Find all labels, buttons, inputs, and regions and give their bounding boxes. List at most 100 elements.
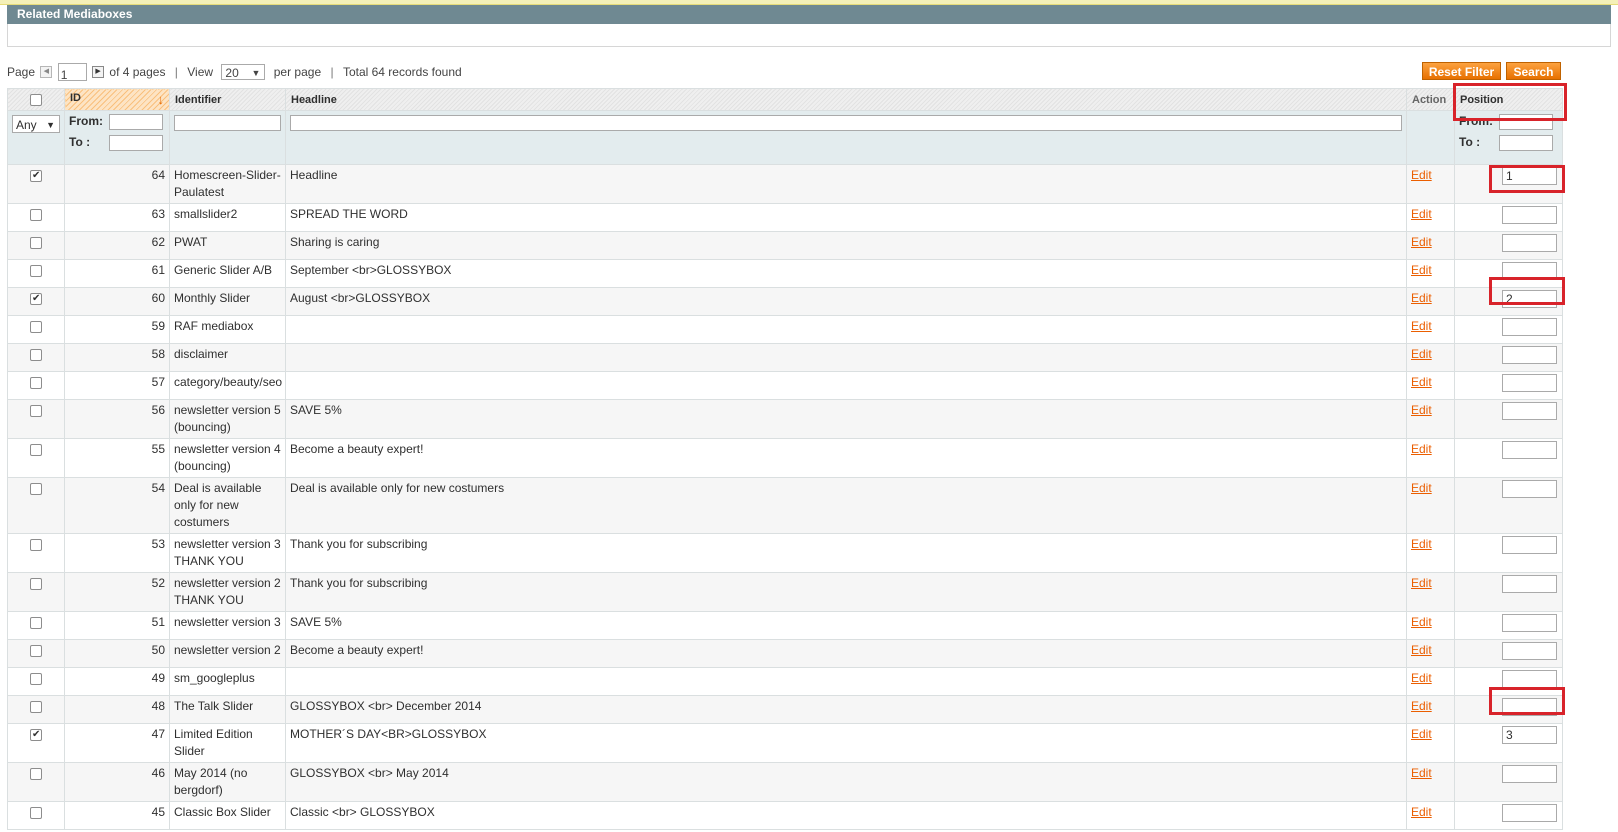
row-checkbox[interactable] [30, 290, 42, 307]
id-from-input[interactable] [109, 114, 163, 130]
position-input[interactable] [1502, 234, 1557, 252]
row-checkbox[interactable] [30, 167, 42, 184]
edit-link[interactable]: Edit [1411, 235, 1432, 249]
edit-link[interactable]: Edit [1411, 442, 1432, 456]
position-input[interactable] [1502, 480, 1557, 498]
reset-filter-button[interactable]: Reset Filter [1422, 62, 1501, 80]
row-checkbox[interactable] [30, 726, 42, 743]
select-all-checkbox[interactable] [30, 93, 42, 106]
edit-link[interactable]: Edit [1411, 805, 1432, 819]
table-row[interactable]: 60Monthly SliderAugust <br>GLOSSYBOX Edit… [7, 287, 1563, 316]
position-input[interactable] [1502, 536, 1557, 554]
row-checkbox[interactable] [30, 645, 42, 657]
table-row[interactable]: 54 Deal is available only for new costume… [7, 477, 1563, 534]
position-input[interactable] [1502, 206, 1557, 224]
edit-link[interactable]: Edit [1411, 699, 1432, 713]
table-row[interactable]: 49 sm_googleplus Edit [7, 667, 1563, 696]
position-input[interactable] [1502, 374, 1557, 392]
position-input[interactable] [1502, 575, 1557, 593]
position-input[interactable] [1502, 402, 1557, 420]
table-row[interactable]: 64Homescreen-Slider-PaulatestHeadline Edi… [7, 164, 1563, 204]
position-input[interactable] [1502, 318, 1557, 336]
row-select-cell [7, 259, 65, 288]
row-checkbox[interactable] [30, 539, 42, 551]
any-select[interactable]: Any ▼ [12, 115, 60, 133]
row-checkbox[interactable] [30, 377, 42, 389]
table-row[interactable]: 57 category/beauty/seo Edit [7, 371, 1563, 400]
row-checkbox[interactable] [30, 209, 42, 221]
next-page-icon[interactable]: ▶ [92, 65, 105, 78]
row-checkbox[interactable] [30, 483, 42, 495]
row-checkbox[interactable] [30, 349, 42, 361]
position-input[interactable] [1502, 670, 1557, 688]
edit-link[interactable]: Edit [1411, 576, 1432, 590]
edit-link[interactable]: Edit [1411, 347, 1432, 361]
table-row[interactable]: 63 smallslider2 SPREAD THE WORD Edit [7, 203, 1563, 232]
per-page-select[interactable]: 20 ▼ [221, 63, 266, 80]
position-to-input[interactable] [1499, 135, 1553, 151]
table-row[interactable]: 62 PWAT Sharing is caring Edit [7, 231, 1563, 260]
row-position-cell [1454, 315, 1563, 344]
edit-link[interactable]: Edit [1411, 643, 1432, 657]
row-id: 59 [64, 315, 170, 344]
edit-link[interactable]: Edit [1411, 168, 1432, 182]
select-all-header [7, 88, 65, 111]
row-headline: Headline [285, 164, 1407, 204]
row-checkbox[interactable] [30, 578, 42, 590]
edit-link[interactable]: Edit [1411, 207, 1432, 221]
table-row[interactable]: 59 RAF mediabox Edit [7, 315, 1563, 344]
edit-link[interactable]: Edit [1411, 727, 1432, 741]
edit-link[interactable]: Edit [1411, 537, 1432, 551]
position-input[interactable] [1502, 614, 1557, 632]
row-checkbox[interactable] [30, 405, 42, 417]
table-row[interactable]: 47Limited Edition SliderMOTHER´S DAY<BR>… [7, 723, 1563, 763]
prev-page-icon[interactable]: ◀ [40, 65, 53, 78]
edit-link[interactable]: Edit [1411, 375, 1432, 389]
position-input[interactable] [1502, 642, 1557, 660]
row-checkbox[interactable] [30, 768, 42, 780]
table-row[interactable]: 52 newsletter version 2 THANK YOU Thank yo… [7, 572, 1563, 612]
row-id: 48 [64, 695, 170, 724]
edit-link[interactable]: Edit [1411, 403, 1432, 417]
headline-filter-input[interactable] [290, 115, 1402, 131]
search-button[interactable]: Search [1506, 62, 1561, 80]
edit-link[interactable]: Edit [1411, 263, 1432, 277]
row-checkbox[interactable] [30, 321, 42, 333]
table-row[interactable]: 48 The Talk Slider GLOSSYBOX <br> December… [7, 695, 1563, 724]
row-checkbox[interactable] [30, 701, 42, 713]
row-id: 54 [64, 477, 170, 534]
edit-link[interactable]: Edit [1411, 766, 1432, 780]
position-input[interactable] [1502, 804, 1557, 822]
edit-link[interactable]: Edit [1411, 615, 1432, 629]
column-header-id[interactable]: ID ↓ [64, 88, 170, 111]
row-checkbox[interactable] [30, 265, 42, 277]
table-row[interactable]: 51 newsletter version 3 SAVE 5% Edit [7, 611, 1563, 640]
table-row[interactable]: 58 disclaimer Edit [7, 343, 1563, 372]
table-row[interactable]: 61 Generic Slider A/B September <br>GLOSSY… [7, 259, 1563, 288]
row-checkbox[interactable] [30, 237, 42, 249]
edit-link[interactable]: Edit [1411, 671, 1432, 685]
page-number-input[interactable]: 1 [57, 62, 87, 82]
row-checkbox[interactable] [30, 673, 42, 685]
row-action-cell: Edit [1406, 399, 1455, 439]
column-header-identifier[interactable]: Identifier [169, 88, 286, 111]
table-row[interactable]: 53 newsletter version 3 THANK YOU Thank yo… [7, 533, 1563, 573]
position-input[interactable] [1502, 441, 1557, 459]
position-input[interactable] [1502, 346, 1557, 364]
position-input[interactable] [1502, 765, 1557, 783]
identifier-filter-input[interactable] [174, 115, 281, 131]
table-row[interactable]: 56 newsletter version 5 (bouncing) SAVE 5%… [7, 399, 1563, 439]
position-input[interactable]: 3 [1502, 726, 1557, 744]
edit-link[interactable]: Edit [1411, 481, 1432, 495]
table-row[interactable]: 55 newsletter version 4 (bouncing) Become … [7, 438, 1563, 478]
id-to-input[interactable] [109, 135, 163, 151]
table-row[interactable]: 50 newsletter version 2 Become a beauty ex… [7, 639, 1563, 668]
edit-link[interactable]: Edit [1411, 291, 1432, 305]
table-row[interactable]: 46 May 2014 (no bergdorf) GLOSSYBOX <br> M… [7, 762, 1563, 802]
row-checkbox[interactable] [30, 444, 42, 456]
table-row[interactable]: 45 Classic Box Slider Classic <br> GLOSSYB… [7, 801, 1563, 830]
edit-link[interactable]: Edit [1411, 319, 1432, 333]
row-checkbox[interactable] [30, 807, 42, 819]
column-header-headline[interactable]: Headline [285, 88, 1407, 111]
row-checkbox[interactable] [30, 617, 42, 629]
